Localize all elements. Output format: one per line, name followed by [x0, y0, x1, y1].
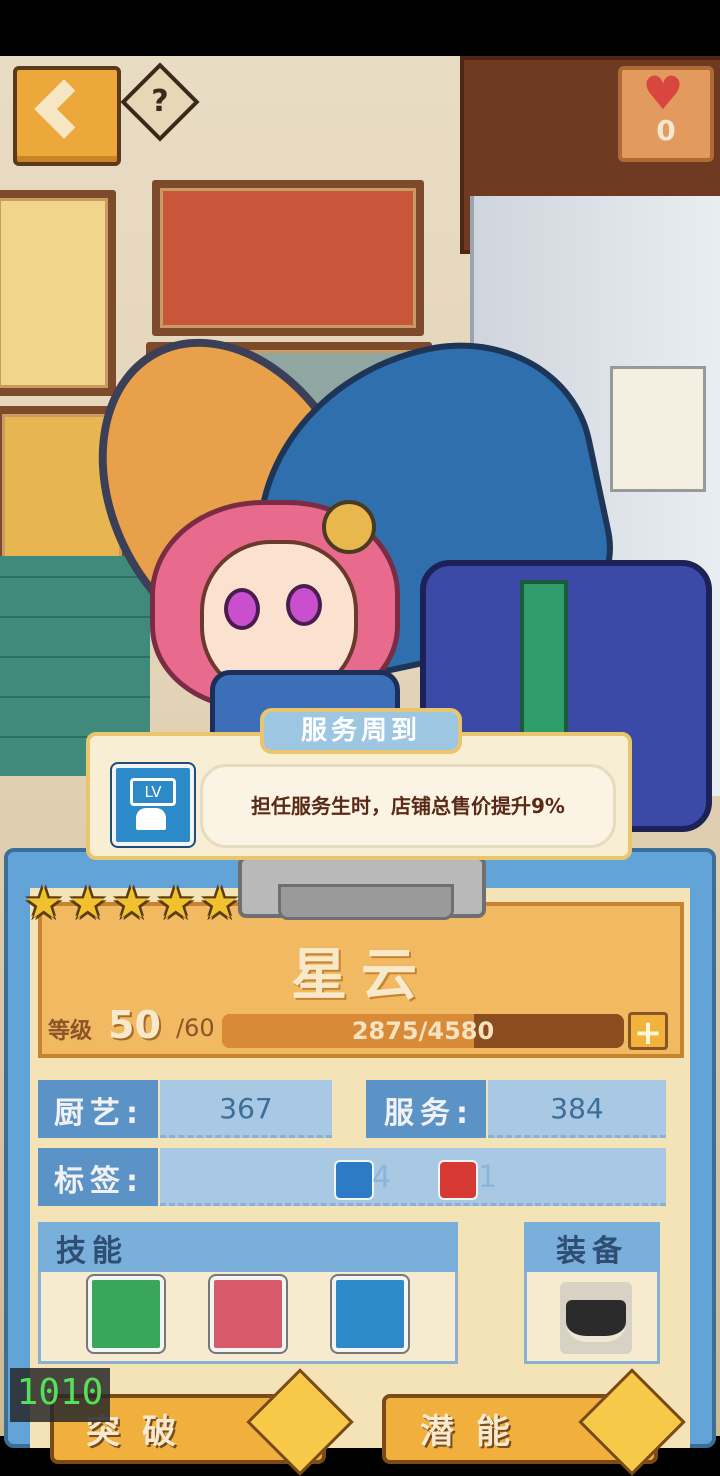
fps-counter: 1010	[16, 1372, 104, 1413]
wall-picture-noodles	[0, 190, 116, 396]
wall-picture-dish	[152, 180, 424, 336]
cooking-value: 367	[219, 1092, 273, 1125]
question-mark-icon: ?	[151, 84, 169, 119]
left-eye	[224, 588, 260, 630]
level-max: /60	[176, 1014, 215, 1042]
character-name: 星云	[291, 943, 431, 1008]
rating-star-icon: ★	[200, 878, 240, 929]
potential-label: 潜能	[420, 1412, 532, 1452]
hat-star-badge	[322, 500, 376, 554]
back-button[interactable]	[13, 66, 121, 166]
tooltip-description: 担任服务生时，店铺总售价提升9%	[251, 794, 565, 818]
rating-star-icon: ★	[24, 878, 64, 929]
add-exp-button[interactable]: +	[628, 1012, 668, 1051]
rating-star-icon: ★	[112, 878, 152, 929]
tag2-count: 1	[478, 1160, 498, 1195]
tooltip-title: 服务周到	[300, 716, 421, 746]
equipment-title: 装备	[556, 1234, 628, 1269]
service-level-up-icon: LV	[112, 764, 194, 846]
level-value: 50	[108, 1003, 161, 1047]
tag1-count: 4	[372, 1160, 392, 1195]
person-icon	[136, 808, 166, 830]
lv-badge: LV	[130, 778, 176, 806]
top-status-bar	[0, 0, 720, 56]
service-label: 服务:	[384, 1096, 474, 1131]
fridge-menu-card	[610, 366, 706, 492]
skills-title: 技能	[56, 1234, 128, 1269]
clipboard-clip-inner	[278, 884, 454, 920]
service-level-up-icon[interactable]	[332, 1276, 408, 1352]
rating-star-icon: ★	[68, 878, 108, 929]
heart-count: 0	[656, 114, 676, 147]
service-value: 384	[550, 1092, 604, 1125]
heart-icon: ♥	[642, 66, 684, 120]
level-label: 等级	[48, 1019, 93, 1044]
cooking-label: 厨艺:	[54, 1096, 144, 1131]
right-eye	[286, 584, 322, 626]
exp-text: 2875/4580	[351, 1017, 495, 1045]
black-skirt-icon	[566, 1300, 626, 1342]
rating-star-icon: ★	[156, 878, 196, 929]
boat-tag-icon[interactable]	[334, 1160, 374, 1200]
thumbs-up-icon[interactable]	[210, 1276, 286, 1352]
fish-tag-icon[interactable]	[438, 1160, 478, 1200]
tags-label: 标签:	[54, 1164, 144, 1199]
stopwatch-speed-icon[interactable]	[88, 1276, 164, 1352]
chevron-left-icon	[34, 79, 94, 139]
tags-value-box	[160, 1148, 666, 1206]
